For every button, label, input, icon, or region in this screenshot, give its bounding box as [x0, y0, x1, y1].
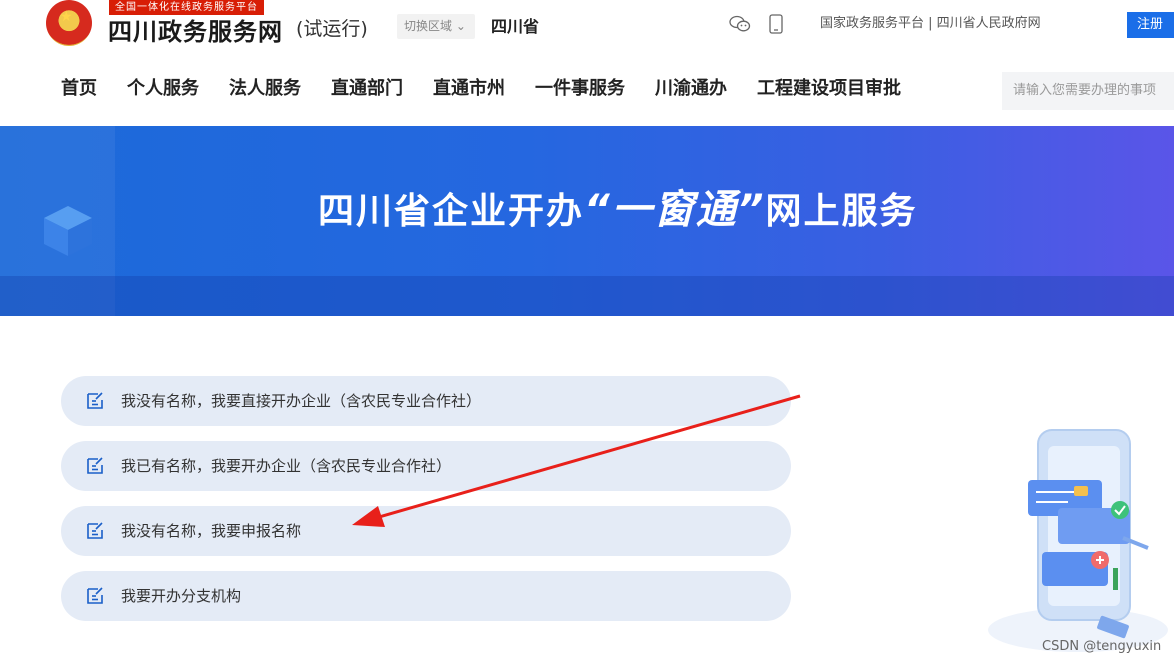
current-region: 四川省 — [491, 17, 540, 36]
banner-title-start: 四川省企业开办 — [318, 191, 585, 232]
nav-item-one-thing[interactable]: 一件事服务 — [535, 77, 625, 101]
banner-band — [0, 276, 1174, 316]
mobile-icon[interactable] — [768, 14, 784, 34]
national-emblem-logo[interactable]: ★ — [46, 0, 92, 46]
option-open-with-name[interactable]: 我已有名称，我要开办企业（含农民专业合作社） — [61, 441, 791, 491]
platform-slogan: 全国一体化在线政务服务平台 — [109, 0, 264, 15]
option-label: 我已有名称，我要开办企业（含农民专业合作社） — [121, 457, 452, 475]
phone-illustration — [988, 429, 1168, 652]
option-declare-name[interactable]: 我没有名称，我要申报名称 — [61, 506, 791, 556]
wechat-icon[interactable] — [729, 15, 751, 33]
cube-icon — [44, 206, 92, 256]
top-bar: ★ 全国一体化在线政务服务平台 四川政务服务网 (试运行) 切换区域 ⌄ 四川省… — [0, 0, 1174, 56]
form-edit-icon — [87, 392, 103, 409]
option-label: 我没有名称，我要直接开办企业（含农民专业合作社） — [121, 392, 482, 410]
form-edit-icon — [87, 522, 103, 539]
option-open-branch[interactable]: 我要开办分支机构 — [61, 571, 791, 621]
region-switch-button[interactable]: 切换区域 ⌄ — [397, 14, 475, 39]
nav-item-legal-person[interactable]: 法人服务 — [229, 77, 301, 101]
banner-title: 四川省企业开办“一窗通”网上服务 — [318, 186, 918, 236]
banner: 四川省企业开办“一窗通”网上服务 — [0, 126, 1174, 316]
option-label: 我要开办分支机构 — [121, 587, 242, 605]
nav-item-construction[interactable]: 工程建设项目审批 — [757, 77, 901, 101]
watermark: CSDN @tengyuxin — [1042, 639, 1162, 654]
banner-title-end: 网上服务 — [765, 191, 918, 232]
form-edit-icon — [87, 587, 103, 604]
site-subtitle: (试运行) — [296, 18, 368, 40]
option-label: 我没有名称，我要申报名称 — [121, 522, 302, 540]
main-nav: 首页 个人服务 法人服务 直通部门 直通市州 一件事服务 川渝通办 工程建设项目… — [0, 62, 1174, 118]
form-edit-icon — [87, 457, 103, 474]
nav-item-personal[interactable]: 个人服务 — [127, 77, 199, 101]
banner-title-quoted: “一窗通” — [584, 187, 766, 233]
top-links[interactable]: 国家政务服务平台 | 四川省人民政府网 — [820, 15, 1041, 33]
nav-item-departments[interactable]: 直通部门 — [331, 77, 403, 101]
nav-item-cities[interactable]: 直通市州 — [433, 77, 505, 101]
register-button[interactable]: 注册 — [1127, 12, 1174, 38]
nav-item-home[interactable]: 首页 — [61, 77, 97, 101]
option-direct-open-enterprise[interactable]: 我没有名称，我要直接开办企业（含农民专业合作社） — [61, 376, 791, 426]
search-input[interactable]: 请输入您需要办理的事项 — [1002, 72, 1174, 110]
nav-item-chuanyu[interactable]: 川渝通办 — [655, 77, 727, 101]
site-title[interactable]: 四川政务服务网 — [108, 17, 283, 47]
